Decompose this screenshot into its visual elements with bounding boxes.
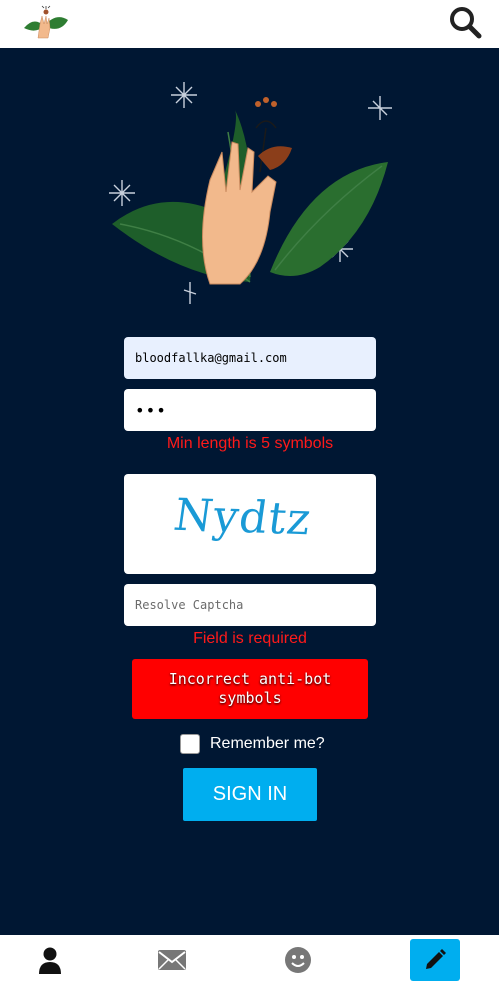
captcha-image: Nydtz — [124, 474, 376, 574]
anti-bot-alert-text: Incorrect anti-bot symbols — [168, 670, 332, 707]
remember-me-label: Remember me? — [210, 735, 325, 752]
search-icon[interactable] — [446, 4, 486, 40]
password-field[interactable] — [124, 389, 376, 431]
bottom-nav — [0, 935, 499, 984]
sign-in-button[interactable]: SIGN IN — [183, 768, 317, 821]
captcha-input[interactable] — [124, 584, 376, 626]
captcha-text: Nydtz — [170, 489, 315, 546]
remember-me-checkbox[interactable] — [180, 734, 200, 754]
user-icon[interactable] — [30, 940, 70, 980]
anti-bot-alert: Incorrect anti-bot symbols — [132, 659, 368, 719]
mail-icon[interactable] — [152, 940, 192, 980]
smile-icon[interactable] — [278, 940, 318, 980]
pencil-icon[interactable] — [410, 939, 460, 981]
captcha-error: Field is required — [193, 630, 307, 647]
hand-holding-flower-illustration — [100, 72, 400, 312]
password-error: Min length is 5 symbols — [166, 435, 334, 452]
hand-leaf-logo-icon[interactable] — [20, 4, 70, 40]
top-bar — [0, 0, 499, 48]
email-field[interactable] — [124, 337, 376, 379]
remember-me: Remember me? — [180, 734, 325, 754]
